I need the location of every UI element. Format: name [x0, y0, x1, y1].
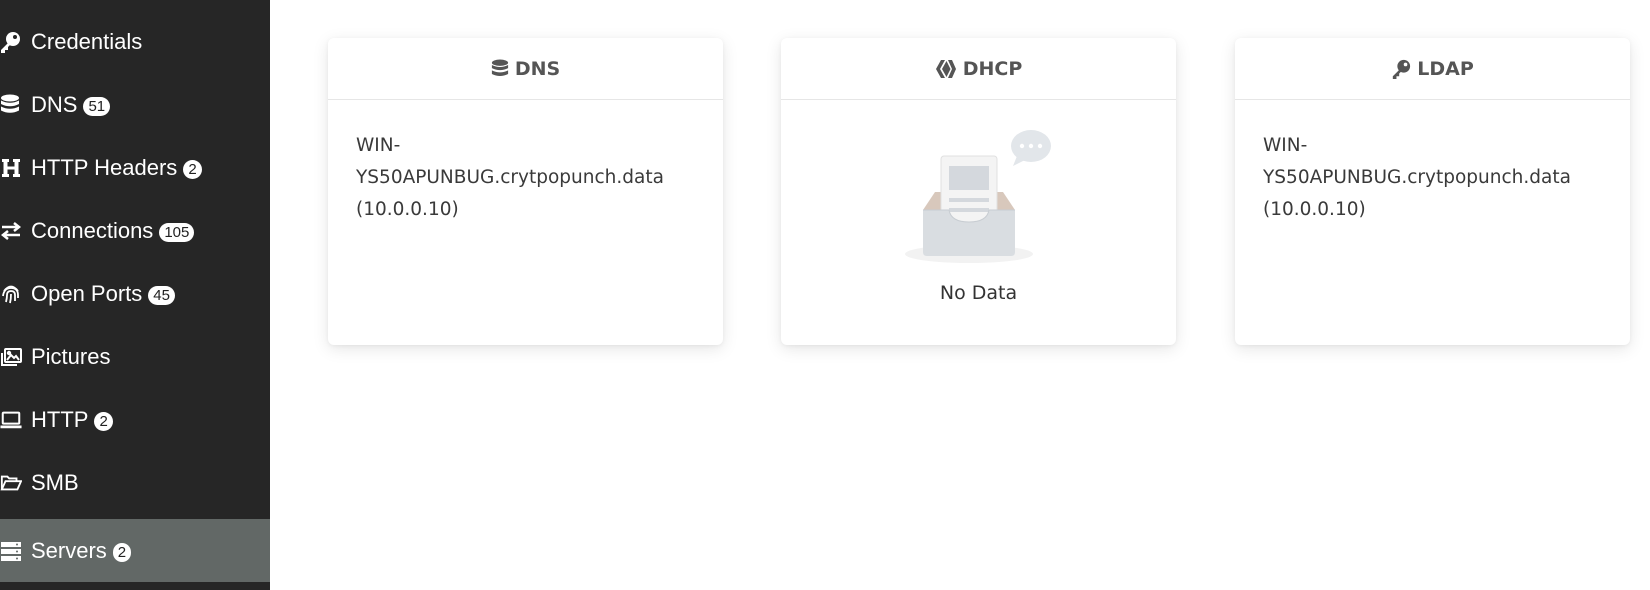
- count-badge: 45: [148, 286, 175, 305]
- server-icon: [0, 540, 22, 562]
- exchange-icon: [0, 220, 22, 242]
- key-icon: [1391, 59, 1411, 79]
- card-header: DHCP: [781, 38, 1176, 100]
- card-body: WIN- YS50APUNBUG.crytpopunch.data (10.0.…: [1235, 100, 1630, 226]
- sidebar-item-servers[interactable]: Servers 2: [0, 519, 270, 582]
- ldap-host-line: YS50APUNBUG.crytpopunch.data: [1263, 167, 1571, 188]
- ldap-ip-line: (10.0.0.10): [1263, 199, 1366, 220]
- sidebar-item-label: SMB: [31, 469, 79, 495]
- card-body: WIN- YS50APUNBUG.crytpopunch.data (10.0.…: [328, 100, 723, 226]
- fingerprint-icon: [0, 283, 22, 305]
- sidebar-item-label: Servers: [31, 537, 107, 563]
- count-badge: 2: [183, 160, 202, 179]
- sidebar-item-label: Connections: [31, 217, 154, 243]
- sidebar-item-pictures[interactable]: Pictures: [0, 325, 270, 388]
- sidebar-item-dns[interactable]: DNS 51: [0, 73, 270, 136]
- dhcp-card: DHCP No Data: [781, 38, 1176, 345]
- empty-inbox-illustration: [904, 130, 1051, 263]
- sidebar-item-smb[interactable]: SMB: [0, 451, 270, 514]
- heading-icon: [0, 157, 22, 179]
- card-title: DHCP: [962, 57, 1023, 80]
- count-badge: 2: [94, 412, 113, 431]
- sidebar-item-label: DNS: [31, 91, 78, 117]
- sidebar: Credentials DNS 51 HTTP Headers 2 Connec…: [0, 0, 270, 590]
- sidebar-item-connections[interactable]: Connections 105: [0, 199, 270, 262]
- count-badge: 105: [159, 223, 195, 242]
- dns-host-line: WIN-: [356, 135, 401, 156]
- sidebar-item-http[interactable]: HTTP 2: [0, 388, 270, 451]
- ldap-host-line: WIN-: [1263, 135, 1308, 156]
- sidebar-item-label: Open Ports: [31, 280, 143, 306]
- hive-icon: [935, 59, 957, 79]
- sidebar-item-label: Pictures: [31, 343, 111, 369]
- card-header: LDAP: [1235, 38, 1630, 100]
- images-icon: [0, 346, 22, 368]
- sidebar-item-credentials[interactable]: Credentials: [0, 10, 270, 73]
- ldap-card: LDAP WIN- YS50APUNBUG.crytpopunch.data (…: [1235, 38, 1630, 345]
- card-header: DNS: [328, 38, 723, 100]
- dns-host-line: YS50APUNBUG.crytpopunch.data: [356, 167, 664, 188]
- count-badge: 51: [83, 97, 111, 116]
- dns-card: DNS WIN- YS50APUNBUG.crytpopunch.data (1…: [328, 38, 723, 345]
- count-badge: 2: [112, 543, 132, 562]
- sidebar-item-http-headers[interactable]: HTTP Headers 2: [0, 136, 270, 199]
- sidebar-item-label: Credentials: [31, 28, 143, 54]
- sidebar-item-label: HTTP Headers: [31, 154, 178, 180]
- sidebar-item-label: HTTP: [31, 406, 89, 432]
- laptop-icon: [0, 409, 22, 431]
- key-icon: [0, 31, 22, 53]
- database-icon: [491, 59, 509, 79]
- database-icon: [0, 94, 22, 116]
- card-title: DNS: [514, 57, 561, 80]
- no-data-text: No Data: [939, 282, 1018, 304]
- sidebar-item-open-ports[interactable]: Open Ports 45: [0, 262, 270, 325]
- empty-state: No Data: [781, 100, 1176, 345]
- card-title: LDAP: [1417, 57, 1474, 80]
- dns-ip-line: (10.0.0.10): [356, 199, 459, 220]
- folder-open-icon: [0, 472, 22, 494]
